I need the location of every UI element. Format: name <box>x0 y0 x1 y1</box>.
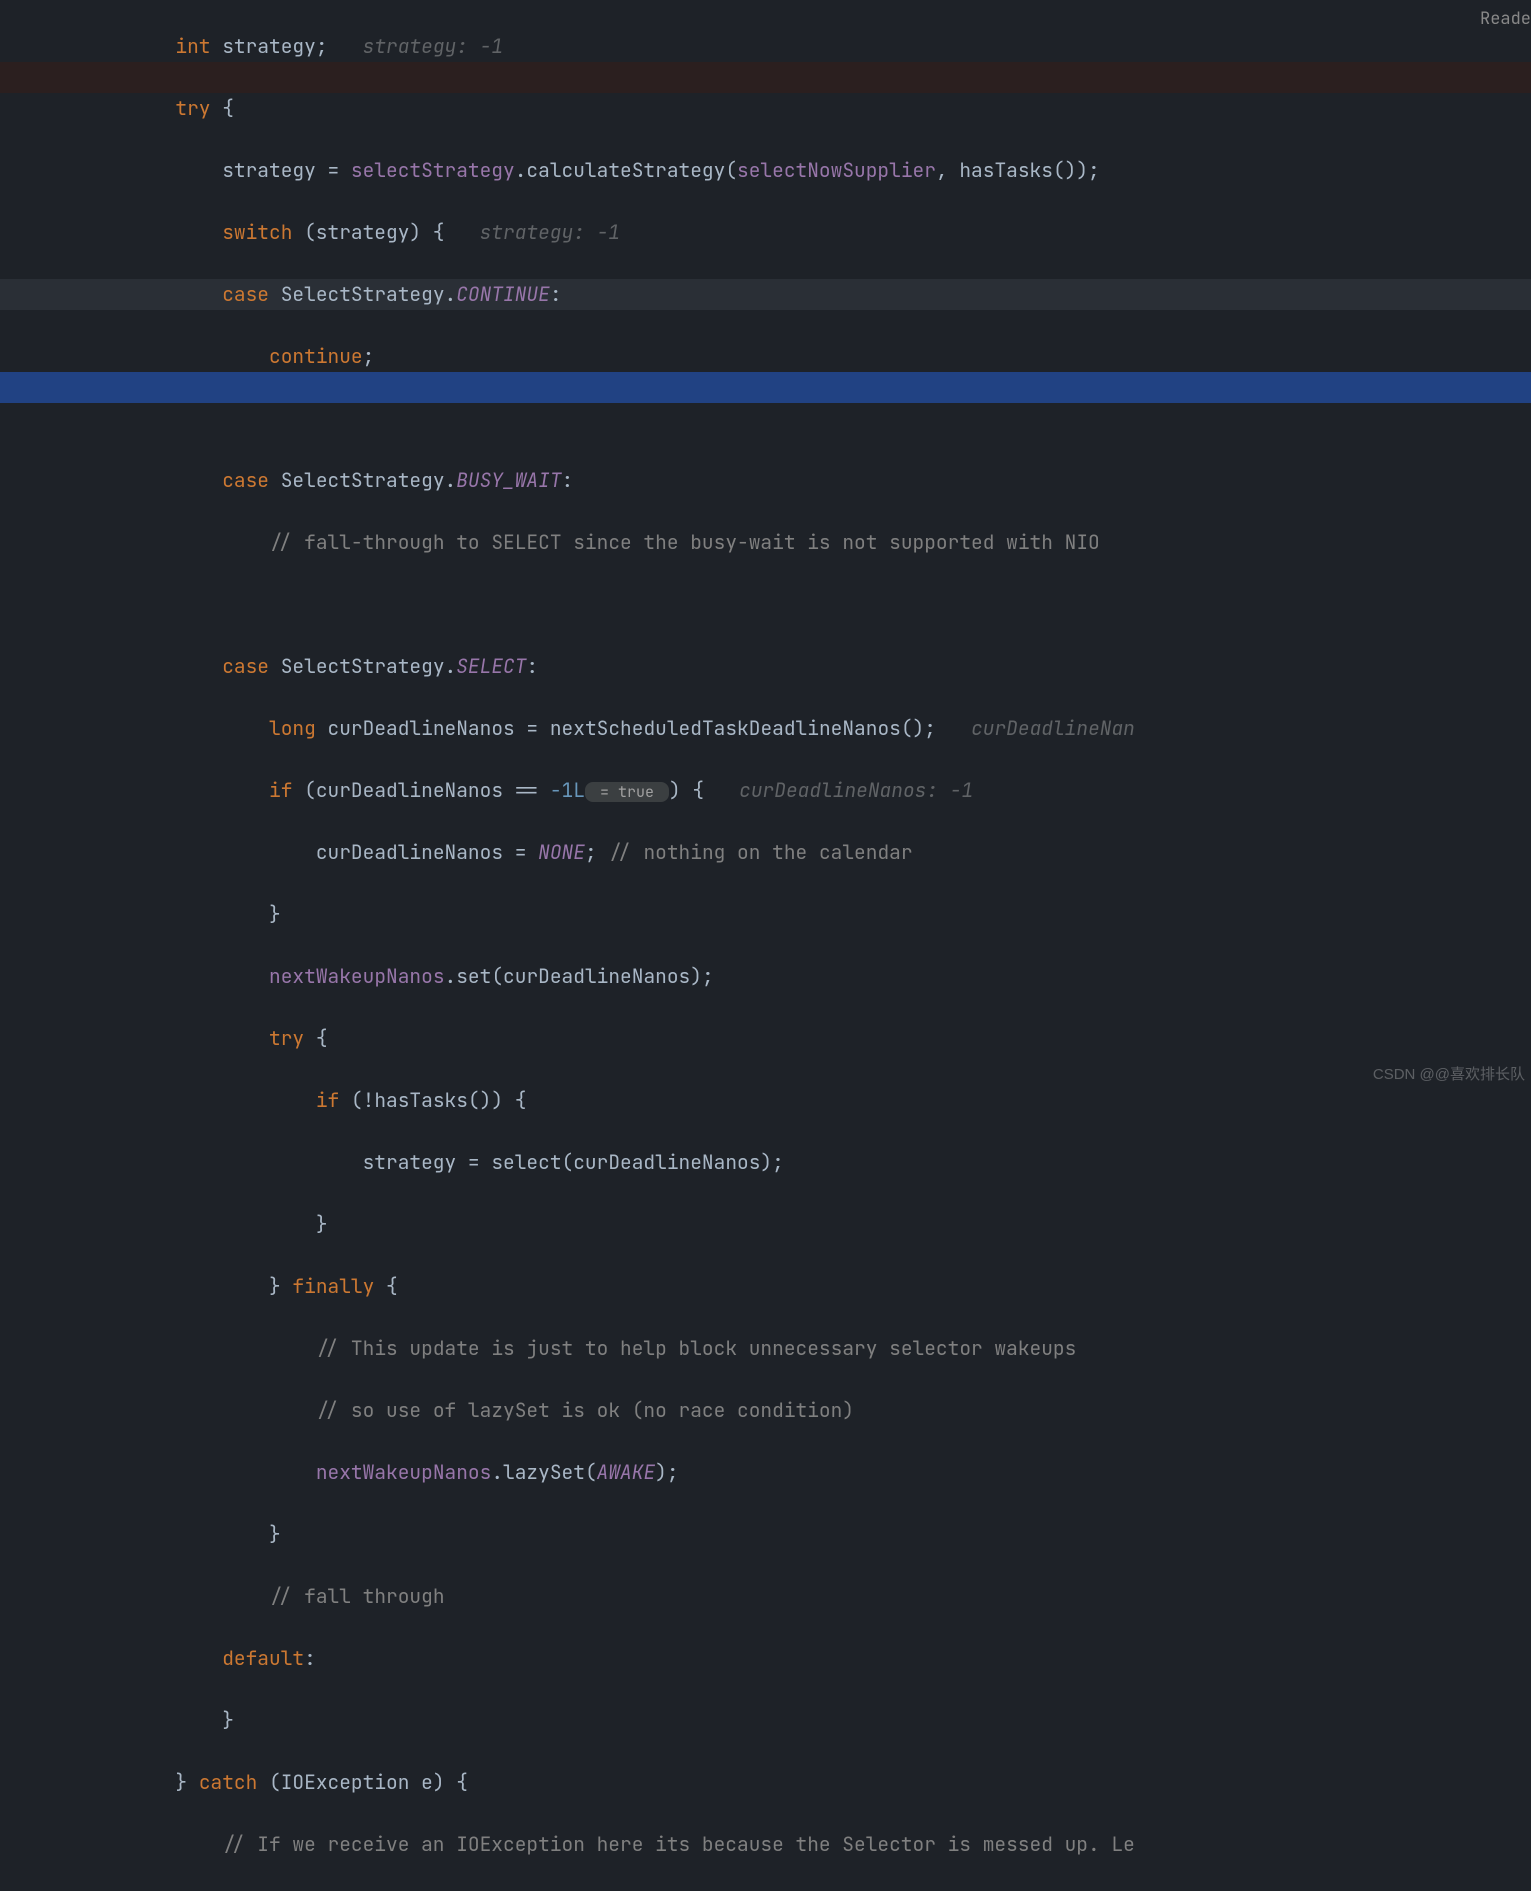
code-line[interactable]: if (curDeadlineNanos == -1L = true ) { c… <box>0 775 1531 806</box>
code-line[interactable]: } finally { <box>0 1271 1531 1302</box>
code-line[interactable] <box>0 403 1531 434</box>
code-line[interactable]: long curDeadlineNanos = nextScheduledTas… <box>0 713 1531 744</box>
code-line[interactable]: // so use of lazySet is ok (no race cond… <box>0 1395 1531 1426</box>
code-line[interactable]: strategy = select(curDeadlineNanos); <box>0 1147 1531 1178</box>
code-line[interactable]: } <box>0 1209 1531 1240</box>
code-line[interactable]: } <box>0 1705 1531 1736</box>
code-line[interactable]: // If we receive an IOException here its… <box>0 1829 1531 1860</box>
code-line[interactable]: } <box>0 899 1531 930</box>
code-line[interactable]: } catch (IOException e) { <box>0 1767 1531 1798</box>
code-line[interactable]: // fall through <box>0 1581 1531 1612</box>
code-line[interactable]: strategy = selectStrategy.calculateStrat… <box>0 155 1531 186</box>
inlay-hint: strategy: -1 <box>480 219 620 245</box>
code-line[interactable]: default: <box>0 1643 1531 1674</box>
code-line[interactable]: // fall-through to SELECT since the busy… <box>0 527 1531 558</box>
code-line[interactable]: if (!hasTasks()) { <box>0 1085 1531 1116</box>
code-line[interactable]: // This update is just to help block unn… <box>0 1333 1531 1364</box>
code-line[interactable]: case SelectStrategy.SELECT: <box>0 651 1531 682</box>
code-line[interactable] <box>0 589 1531 620</box>
debug-inline-value: = true <box>585 782 669 802</box>
code-line[interactable]: case SelectStrategy.BUSY_WAIT: <box>0 465 1531 496</box>
code-line[interactable]: case SelectStrategy.CONTINUE: <box>0 279 1531 310</box>
code-line[interactable]: int strategy; strategy: -1 <box>0 31 1531 62</box>
code-line[interactable]: continue; <box>0 341 1531 372</box>
watermark: CSDN @@喜欢排长队 <box>1373 1059 1525 1090</box>
code-line[interactable]: } <box>0 1519 1531 1550</box>
code-line[interactable]: try { <box>0 93 1531 124</box>
code-line[interactable]: nextWakeupNanos.lazySet(AWAKE); <box>0 1457 1531 1488</box>
inlay-hint: strategy: -1 <box>363 33 503 59</box>
inlay-hint: curDeadlineNan <box>971 715 1135 741</box>
code-line[interactable]: nextWakeupNanos.set(curDeadlineNanos); <box>0 961 1531 992</box>
reader-mode-hint: Reade <box>1480 4 1531 35</box>
code-line[interactable]: try { <box>0 1023 1531 1054</box>
code-line[interactable]: curDeadlineNanos = NONE; // nothing on t… <box>0 837 1531 868</box>
code-editor[interactable]: int strategy; strategy: -1 try { strateg… <box>0 0 1531 1098</box>
inlay-hint: curDeadlineNanos: -1 <box>739 777 973 803</box>
code-line[interactable]: switch (strategy) { strategy: -1 <box>0 217 1531 248</box>
